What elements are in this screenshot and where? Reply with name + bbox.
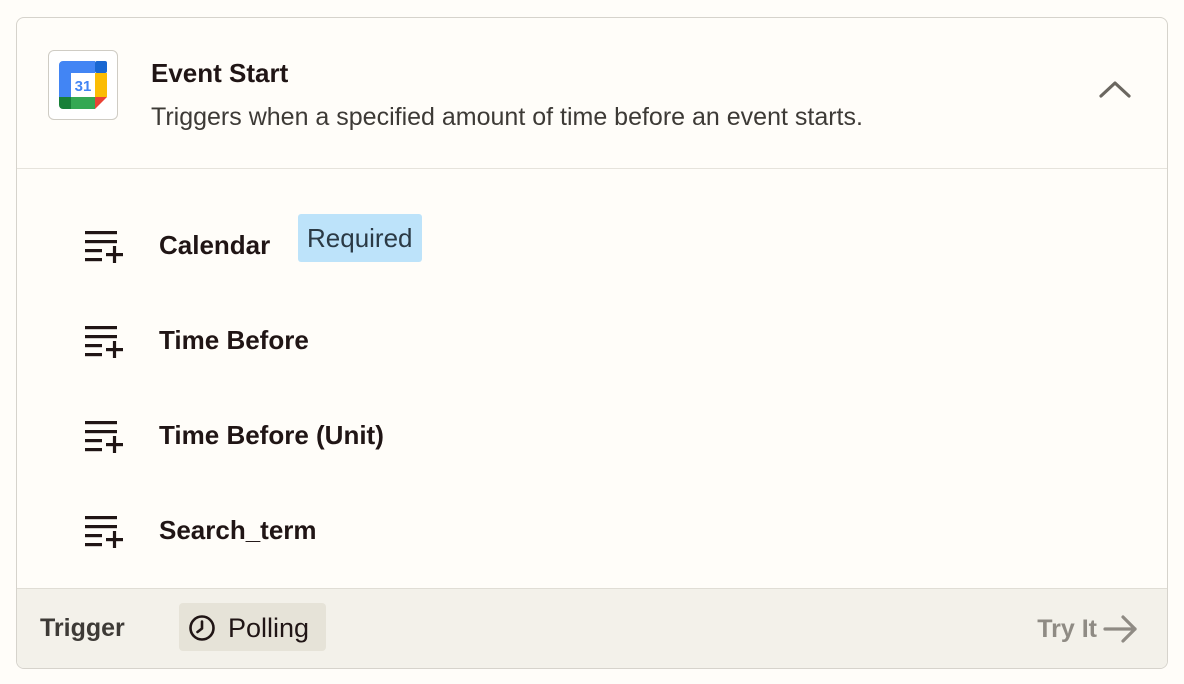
field-label: Time Before (Unit): [159, 420, 384, 450]
field-calendar[interactable]: Calendar: [17, 215, 1167, 275]
arrow-right-icon: [1103, 615, 1137, 643]
field-search-term[interactable]: Search_term: [17, 500, 1167, 560]
trigger-title: Event Start: [151, 58, 289, 88]
clock-icon: [188, 614, 216, 647]
add-list-icon: [85, 420, 125, 459]
collapse-button[interactable]: [1089, 70, 1141, 110]
required-badge: Required: [298, 214, 422, 262]
card-header[interactable]: 31 Event Start Triggers when a specified…: [17, 18, 1167, 169]
field-label: Calendar: [159, 230, 271, 260]
step-type-label: Trigger: [40, 614, 125, 642]
svg-text:31: 31: [75, 78, 92, 95]
polling-label: Polling: [228, 613, 310, 643]
trigger-card: 31 Event Start Triggers when a specified…: [16, 17, 1168, 669]
try-it-button[interactable]: Try It: [1037, 611, 1139, 647]
add-list-icon: [85, 325, 125, 364]
polling-badge: Polling: [179, 603, 326, 651]
google-calendar-icon: 31: [48, 50, 118, 120]
field-label: Search_term: [159, 515, 317, 545]
try-it-label: Try It: [1037, 614, 1097, 643]
card-footer: Trigger Polling Try It: [17, 588, 1167, 668]
trigger-description: Triggers when a specified amount of time…: [151, 103, 863, 131]
field-time-before[interactable]: Time Before: [17, 310, 1167, 370]
add-list-icon: [85, 230, 125, 269]
add-list-icon: [85, 515, 125, 554]
field-time-before-unit[interactable]: Time Before (Unit): [17, 405, 1167, 465]
field-label: Time Before: [159, 325, 309, 355]
chevron-up-icon: [1099, 81, 1131, 98]
